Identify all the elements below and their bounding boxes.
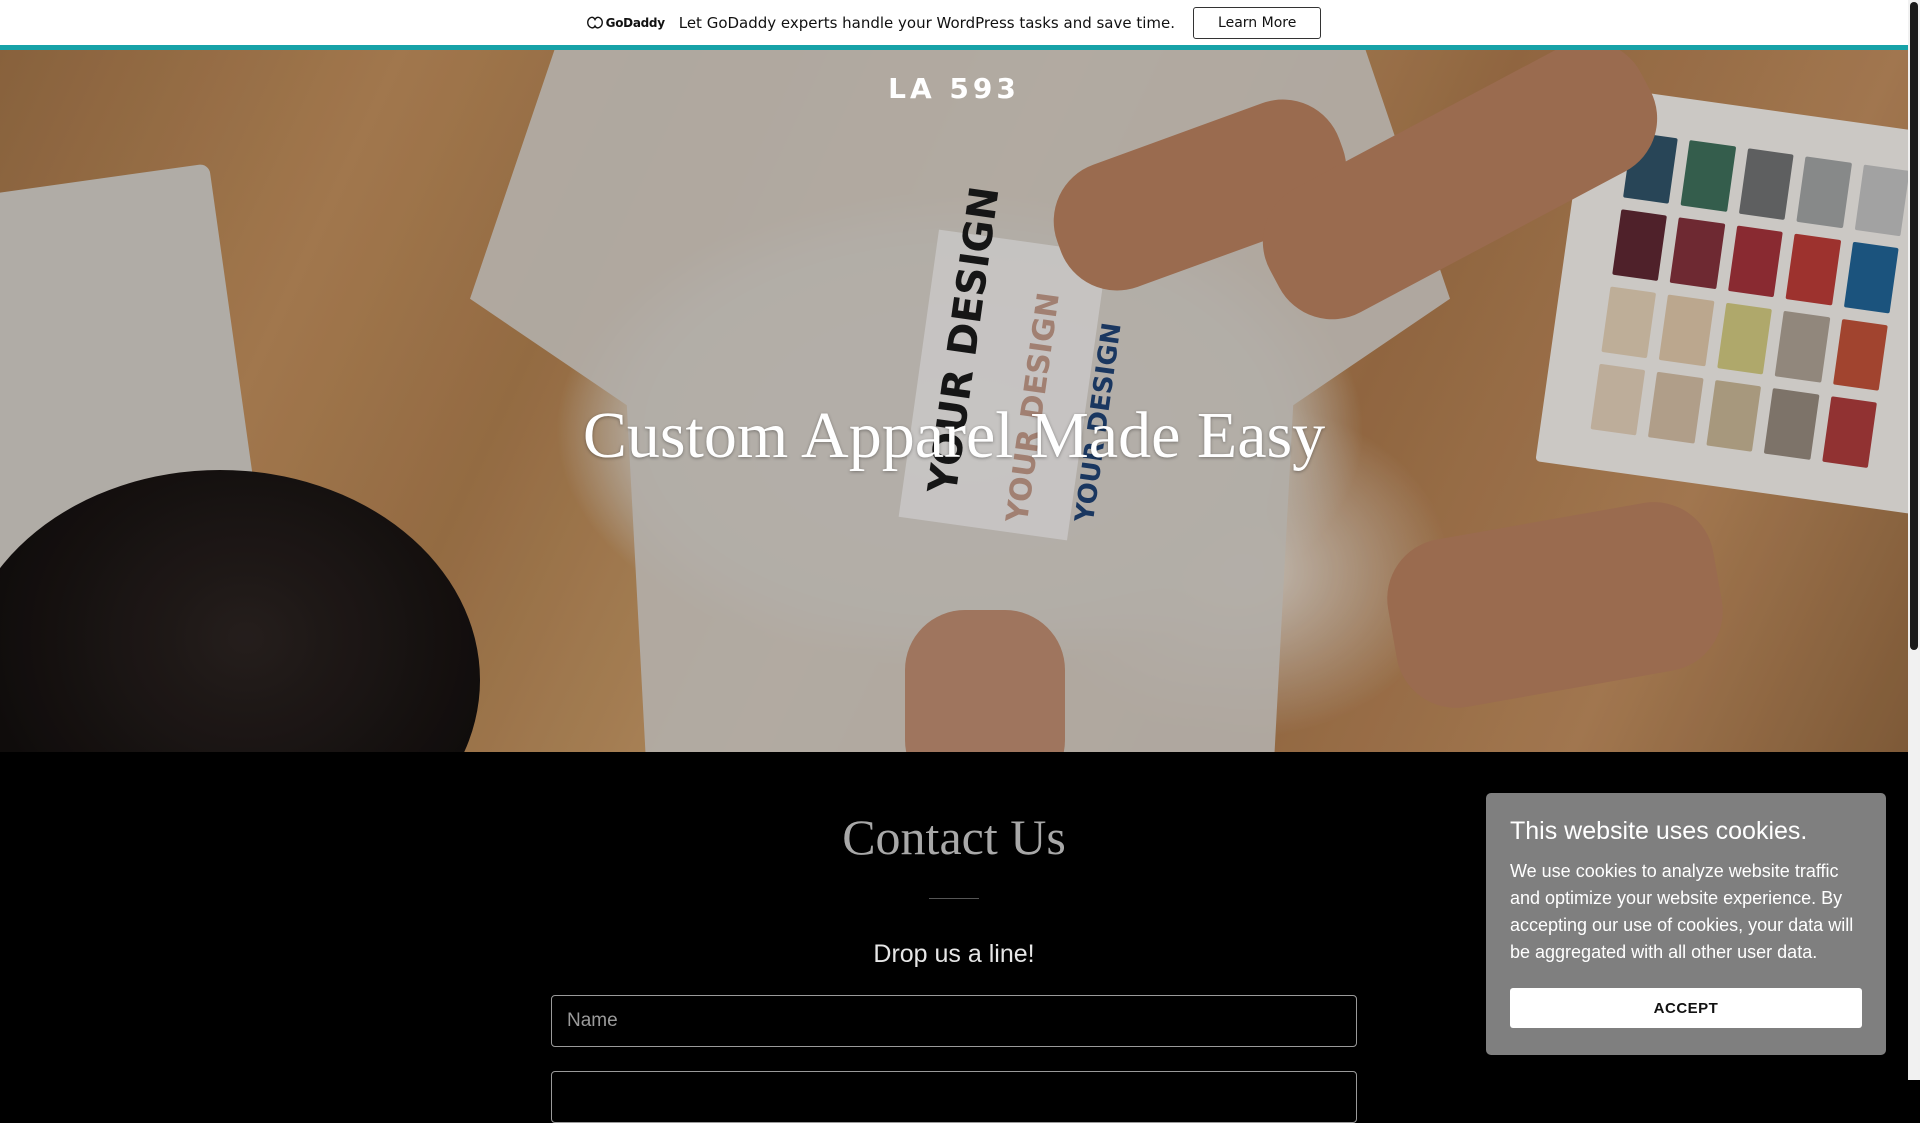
accept-cookies-button[interactable]: ACCEPT [1510, 988, 1862, 1028]
page-scrollbar[interactable] [1908, 0, 1920, 1080]
cookie-message: We use cookies to analyze website traffi… [1510, 861, 1854, 962]
name-field [551, 995, 1357, 1047]
email-field[interactable] [551, 1071, 1357, 1123]
name-input[interactable] [552, 996, 1356, 1046]
learn-more-button[interactable]: Learn More [1193, 6, 1322, 39]
section-divider [929, 898, 979, 899]
hero-title: Custom Apparel Made Easy [582, 399, 1326, 472]
promo-banner: GoDaddy Let GoDaddy experts handle your … [0, 0, 1908, 50]
godaddy-logo: GoDaddy [586, 15, 665, 30]
cookie-banner: This website uses cookies. We use cookie… [1486, 793, 1886, 1055]
scrollbar-thumb[interactable] [1910, 2, 1918, 650]
godaddy-wordmark: GoDaddy [605, 15, 665, 30]
godaddy-icon [586, 16, 603, 29]
site-brand[interactable]: LA 593 [0, 72, 1908, 105]
cookie-title: This website uses cookies. [1510, 817, 1808, 845]
promo-message: Let GoDaddy experts handle your WordPres… [678, 13, 1176, 32]
